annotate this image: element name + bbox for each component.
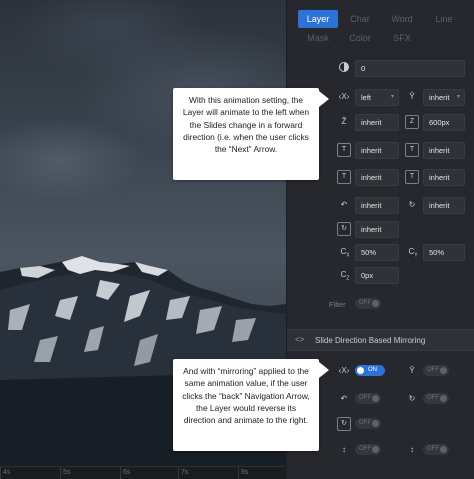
- skew-x-input[interactable]: inherit: [355, 169, 399, 186]
- chevron-down-icon: ▾: [390, 94, 394, 100]
- timeline-ruler[interactable]: 4s 5s 6s 7s 8s: [0, 466, 286, 479]
- skew-y-icon: CY: [408, 247, 418, 259]
- mirror-skew-y-toggle[interactable]: OFF: [423, 444, 449, 455]
- rotate-x-input[interactable]: inherit: [355, 197, 399, 214]
- skew-z-input[interactable]: 0px: [355, 267, 399, 284]
- x-value: left: [361, 93, 372, 102]
- toggle-knob: [372, 446, 379, 453]
- tick-label: 5s: [63, 469, 71, 476]
- skew-y-icon: ↕: [410, 445, 414, 454]
- mirror-rotate-x-toggle[interactable]: OFF: [355, 393, 381, 404]
- tick-label: 4s: [3, 469, 11, 476]
- tick-mark: [178, 467, 179, 479]
- mirror-y-toggle[interactable]: OFF: [423, 365, 449, 376]
- tick-label: 6s: [123, 469, 131, 476]
- skew-y-input[interactable]: inherit: [423, 169, 465, 186]
- rotate-y-icon: ↻: [408, 394, 416, 403]
- tick-mark: [238, 467, 239, 479]
- mirror-rotate-z-toggle[interactable]: OFF: [355, 418, 381, 429]
- x-input[interactable]: left ▾: [355, 89, 399, 106]
- skew-y-input[interactable]: 50%: [423, 244, 465, 261]
- rotate-x-icon: ↶: [340, 200, 348, 209]
- mirror-rotate-y-toggle-text: OFF: [427, 395, 439, 401]
- mirroring-section-header[interactable]: <> Slide Direction Based Mirroring: [287, 329, 474, 351]
- callout-arrow: [319, 91, 329, 107]
- mirror-skew-x-toggle-text: OFF: [359, 446, 371, 452]
- mirror-arrows-icon: <>: [295, 335, 305, 344]
- tab-line[interactable]: Line: [424, 10, 464, 28]
- x-axis-icon: ‹X›: [338, 92, 350, 101]
- skew-x-input[interactable]: 50%: [355, 244, 399, 261]
- callout-arrow: [319, 362, 329, 378]
- scale-y-icon: T: [405, 143, 419, 157]
- y-input[interactable]: inherit ▾: [423, 89, 465, 106]
- rotate-y-input[interactable]: inherit: [423, 197, 465, 214]
- toggle-knob: [440, 367, 447, 374]
- tab-layer[interactable]: Layer: [298, 10, 338, 28]
- rotate-z-input[interactable]: inherit: [355, 221, 399, 238]
- filter-toggle[interactable]: OFF: [355, 298, 381, 309]
- rotate-y-icon: ↻: [408, 200, 416, 209]
- mirroring-section-title: Slide Direction Based Mirroring: [315, 336, 426, 345]
- tab-sfx[interactable]: SFX: [382, 29, 422, 47]
- rotate-z-icon: ↻: [337, 222, 351, 236]
- tick-label: 7s: [181, 469, 189, 476]
- mirror-skew-x-toggle[interactable]: OFF: [355, 444, 381, 455]
- toggle-knob: [357, 367, 364, 374]
- perspective-icon: Z: [405, 115, 419, 129]
- opacity-icon: [337, 61, 351, 75]
- y-value: inherit: [429, 93, 450, 102]
- x-axis-icon: ‹X›: [338, 366, 350, 375]
- toggle-knob: [372, 395, 379, 402]
- toggle-knob: [440, 446, 447, 453]
- mirror-rotate-z-toggle-text: OFF: [359, 420, 371, 426]
- tick-mark: [0, 467, 1, 479]
- tick-mark: [60, 467, 61, 479]
- tab-char[interactable]: Char: [340, 10, 380, 28]
- z-axis-icon: Ẑ: [341, 117, 347, 126]
- callout-forward-direction: With this animation setting, the Layer w…: [173, 88, 319, 180]
- mirror-x-toggle-text: ON: [368, 367, 377, 373]
- z-input[interactable]: inherit: [355, 114, 399, 131]
- perspective-input[interactable]: 600px: [423, 114, 465, 131]
- skew-x-icon: T: [337, 170, 351, 184]
- mirror-skew-y-toggle-text: OFF: [427, 446, 439, 452]
- y-axis-icon: Ŷ: [409, 92, 415, 101]
- tick-label: 8s: [241, 469, 249, 476]
- mirror-rotate-x-toggle-text: OFF: [359, 395, 371, 401]
- chevron-down-icon: ▾: [456, 94, 460, 100]
- toggle-knob: [440, 395, 447, 402]
- skew-z-icon: CZ: [340, 270, 350, 282]
- filter-label: Filter: [329, 300, 346, 309]
- mirror-x-toggle[interactable]: ON: [355, 365, 385, 376]
- tab-mask[interactable]: Mask: [298, 29, 338, 47]
- opacity-input[interactable]: 0: [355, 60, 465, 77]
- tab-word[interactable]: Word: [382, 10, 422, 28]
- mirror-y-toggle-text: OFF: [427, 367, 439, 373]
- rotate-z-icon: ↻: [337, 417, 351, 431]
- skew-x-icon: ↕: [342, 445, 346, 454]
- tick-mark: [120, 467, 121, 479]
- scale-x-input[interactable]: inherit: [355, 142, 399, 159]
- toggle-knob: [372, 300, 379, 307]
- scale-x-icon: T: [337, 143, 351, 157]
- mirror-rotate-y-toggle[interactable]: OFF: [423, 393, 449, 404]
- callout-mirroring: And with “mirroring” applied to the same…: [173, 359, 319, 451]
- skew-x-icon: CX: [340, 247, 350, 259]
- toggle-knob: [372, 420, 379, 427]
- rotate-x-icon: ↶: [340, 394, 348, 403]
- y-axis-icon: Ŷ: [409, 366, 415, 375]
- scale-y-input[interactable]: inherit: [423, 142, 465, 159]
- tab-color[interactable]: Color: [340, 29, 380, 47]
- filter-toggle-text: OFF: [359, 300, 371, 306]
- skew-y-icon: T: [405, 170, 419, 184]
